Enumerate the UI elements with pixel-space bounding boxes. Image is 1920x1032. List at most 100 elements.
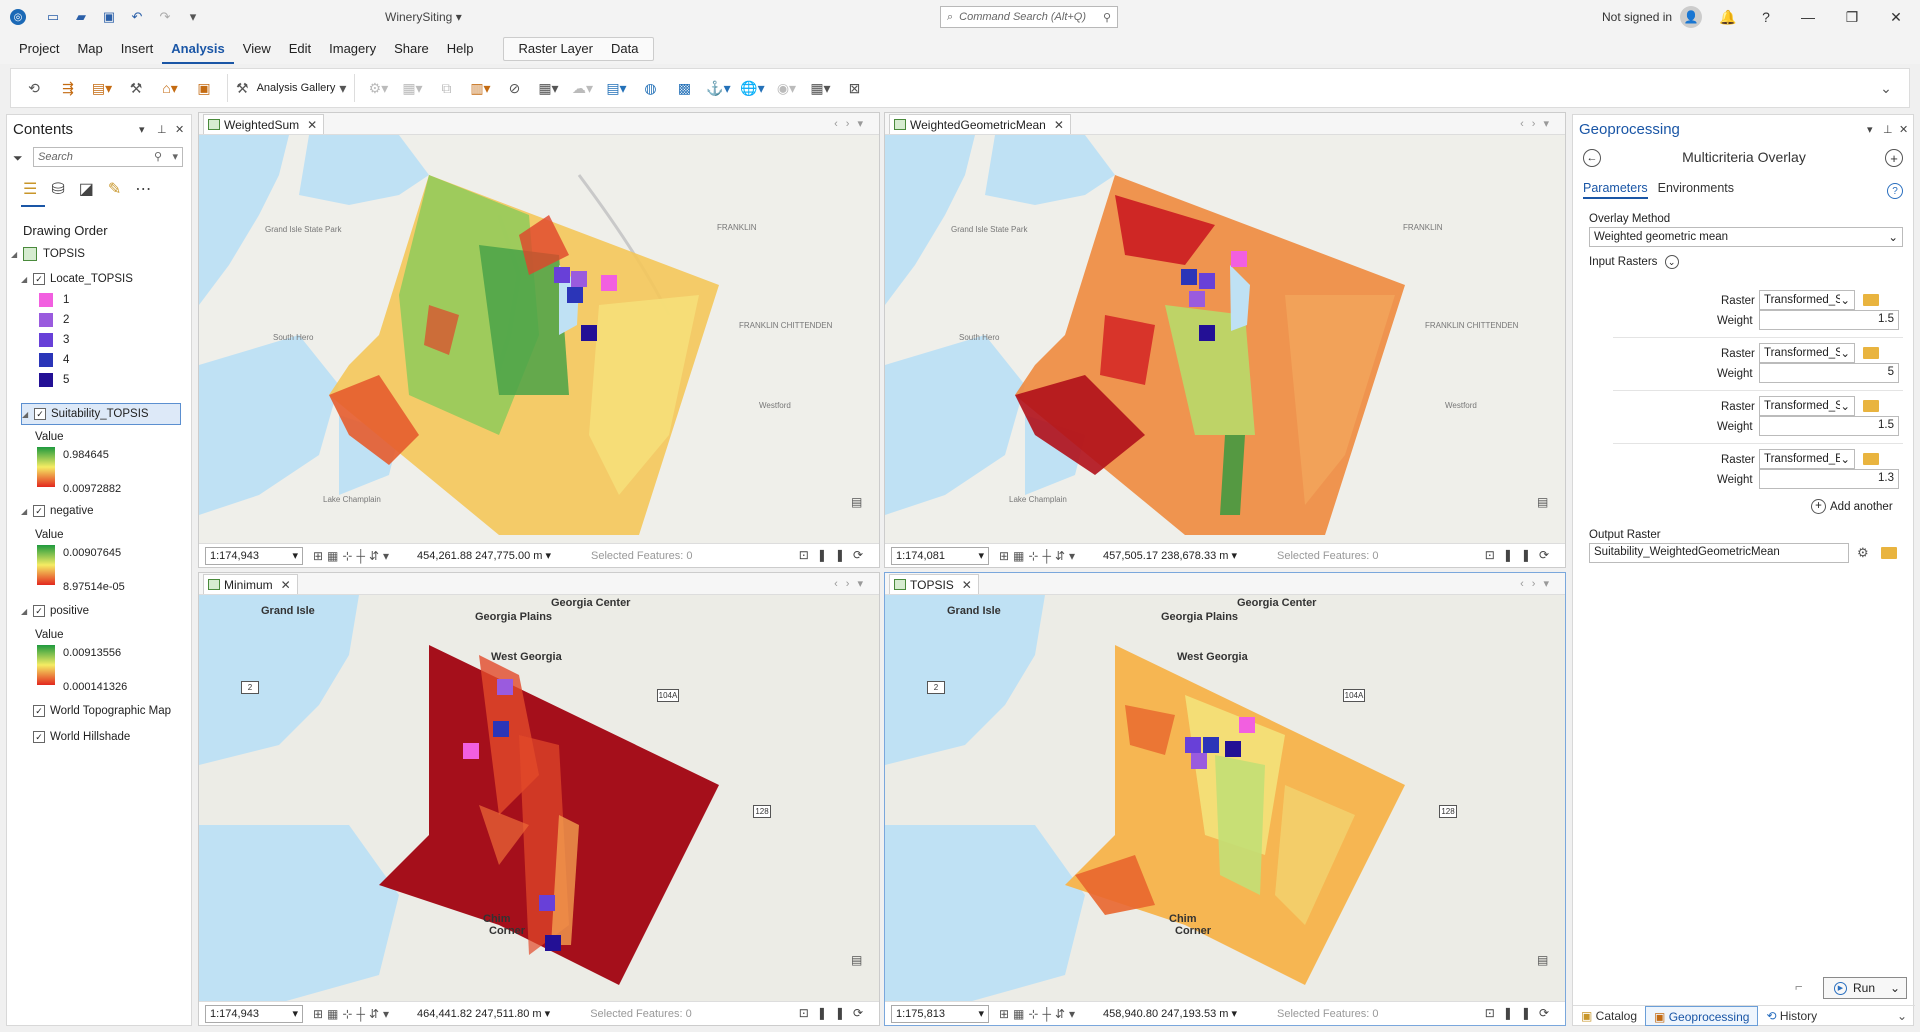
raster-properties-icon[interactable]: ⚙ bbox=[1857, 545, 1869, 561]
minimize-window-icon[interactable]: — bbox=[1788, 6, 1828, 28]
filter-icon[interactable]: ⏷ bbox=[13, 151, 23, 166]
map-canvas[interactable]: Grand Isle Georgia Center Georgia Plains… bbox=[885, 595, 1565, 1001]
browse-folder-icon[interactable] bbox=[1863, 294, 1879, 306]
close-icon[interactable]: ✕ bbox=[281, 578, 291, 592]
undo-icon[interactable]: ↶ bbox=[128, 8, 146, 26]
list-by-editing-icon[interactable]: ✎ bbox=[108, 179, 121, 199]
layer-world-topographic-map[interactable]: ✓ World Topographic Map bbox=[33, 705, 171, 717]
coordinate-readout[interactable]: 454,261.88 247,775.00 m ▾ bbox=[417, 549, 551, 562]
browse-folder-icon[interactable] bbox=[1881, 547, 1897, 559]
layer-visibility-checkbox[interactable]: ✓ bbox=[33, 505, 45, 517]
raster-functions-icon[interactable]: ▥▾ bbox=[465, 73, 495, 103]
weight-input-1[interactable]: 1.5 bbox=[1759, 310, 1899, 330]
more-options-icon[interactable]: ⋯ bbox=[135, 179, 151, 199]
tab-help[interactable]: Help bbox=[438, 34, 483, 64]
tab-map[interactable]: Map bbox=[68, 34, 111, 64]
add-another-button[interactable]: + Add another bbox=[1811, 499, 1893, 514]
pane-options-icon[interactable]: ▾ bbox=[1867, 123, 1873, 136]
collapse-arrow-icon[interactable]: ◢ bbox=[22, 410, 32, 419]
coordinate-readout[interactable]: 457,505.17 238,678.33 m ▾ bbox=[1103, 549, 1237, 562]
tab-share[interactable]: Share bbox=[385, 34, 438, 64]
tab-scroll-arrows[interactable]: ‹›▾ bbox=[1520, 117, 1557, 130]
restore-window-icon[interactable]: ❐ bbox=[1832, 6, 1872, 28]
notifications-bell-icon[interactable]: 🔔 bbox=[1708, 6, 1748, 28]
close-window-icon[interactable]: ✕ bbox=[1876, 6, 1916, 28]
tab-history[interactable]: ⟲ History bbox=[1758, 1006, 1825, 1026]
toolbox-icon[interactable]: ▣ bbox=[189, 73, 219, 103]
add-tool-icon[interactable]: + bbox=[1885, 149, 1903, 167]
raster-select-3[interactable]: Transformed_Slope ⌄ bbox=[1759, 396, 1855, 416]
selected-features-count[interactable]: Selected Features: 0 bbox=[591, 550, 693, 562]
sign-in-status[interactable]: Not signed in bbox=[1602, 10, 1672, 24]
clear-selection-icon[interactable]: ⊠ bbox=[839, 73, 869, 103]
layer-world-hillshade[interactable]: ✓ World Hillshade bbox=[33, 731, 130, 743]
tab-insert[interactable]: Insert bbox=[112, 34, 163, 64]
save-project-icon[interactable]: ▣ bbox=[100, 8, 118, 26]
layer-negative[interactable]: ◢ ✓ negative bbox=[21, 505, 93, 517]
scale-selector[interactable]: 1:174,943 ▾ bbox=[205, 1004, 303, 1023]
list-by-selection-icon[interactable]: ◪ bbox=[79, 179, 94, 199]
navigation-tools[interactable]: ⊞▦⊹┼⇵▾ bbox=[313, 1007, 393, 1021]
layer-positive[interactable]: ◢ ✓ positive bbox=[21, 605, 89, 617]
suitability-modeler-icon[interactable]: ▩ bbox=[669, 73, 699, 103]
tab-scroll-arrows[interactable]: ‹›▾ bbox=[834, 117, 871, 130]
collapse-arrow-icon[interactable]: ◢ bbox=[21, 275, 31, 284]
help-icon[interactable]: ? bbox=[1887, 183, 1903, 199]
layer-visibility-checkbox[interactable]: ✓ bbox=[33, 605, 45, 617]
tab-raster-layer[interactable]: Raster Layer bbox=[510, 37, 602, 61]
tab-geoprocessing[interactable]: ▣ Geoprocessing bbox=[1645, 1005, 1759, 1026]
select-features-icon[interactable]: ⚙▾ bbox=[363, 73, 393, 103]
legend-toggle-icon[interactable]: ▤ bbox=[851, 953, 871, 969]
command-search-input[interactable]: ⌕ Command Search (Alt+Q) ⚲ bbox=[940, 6, 1118, 28]
coordinate-readout[interactable]: 458,940.80 247,193.53 m ▾ bbox=[1103, 1007, 1237, 1020]
browse-folder-icon[interactable] bbox=[1863, 453, 1879, 465]
raster-analysis-icon[interactable]: ▦▾ bbox=[533, 73, 563, 103]
list-by-drawing-order-icon[interactable]: ☰ bbox=[23, 179, 37, 199]
schedule-icon[interactable]: ⌐ bbox=[1795, 979, 1803, 994]
tab-view[interactable]: View bbox=[234, 34, 280, 64]
close-icon[interactable]: ✕ bbox=[1054, 118, 1064, 132]
raster-select-1[interactable]: Transformed_Solar ⌄ bbox=[1759, 290, 1855, 310]
map-refresh-controls[interactable]: ⊡❚❚⟳ bbox=[799, 1006, 871, 1020]
chevron-down-icon[interactable]: ⌄ bbox=[1897, 1009, 1907, 1023]
output-raster-input[interactable]: Suitability_WeightedGeometricMean bbox=[1589, 543, 1849, 563]
chevron-down-icon[interactable]: ▾ bbox=[172, 150, 178, 163]
navigation-tools[interactable]: ⊞▦⊹┼⇵▾ bbox=[999, 1007, 1079, 1021]
tab-weightedsum[interactable]: WeightedSum ✕ bbox=[203, 114, 325, 134]
map-refresh-controls[interactable]: ⊡❚❚⟳ bbox=[799, 548, 871, 562]
collapse-arrow-icon[interactable]: ◢ bbox=[11, 250, 21, 259]
collapse-arrow-icon[interactable]: ◢ bbox=[21, 507, 31, 516]
legend-toggle-icon[interactable]: ▤ bbox=[851, 495, 871, 511]
pin-icon[interactable]: ⊥ bbox=[1883, 123, 1893, 136]
tab-parameters[interactable]: Parameters bbox=[1583, 181, 1648, 199]
close-pane-icon[interactable]: ✕ bbox=[1899, 123, 1908, 136]
function-editor-icon[interactable]: ⊘ bbox=[499, 73, 529, 103]
selected-features-count[interactable]: Selected Features: 0 bbox=[1277, 550, 1379, 562]
globe-analysis-icon[interactable]: 🌐▾ bbox=[737, 73, 767, 103]
navigation-tools[interactable]: ⊞▦⊹┼⇵▾ bbox=[999, 549, 1079, 563]
browse-folder-icon[interactable] bbox=[1863, 347, 1879, 359]
help-icon[interactable]: ? bbox=[1746, 6, 1786, 28]
weight-input-2[interactable]: 5 bbox=[1759, 363, 1899, 383]
scale-selector[interactable]: 1:174,081 ▾ bbox=[891, 546, 989, 565]
tab-environments[interactable]: Environments bbox=[1658, 181, 1734, 199]
selected-features-count[interactable]: Selected Features: 0 bbox=[590, 1008, 692, 1020]
map-refresh-controls[interactable]: ⊡❚❚⟳ bbox=[1485, 1006, 1557, 1020]
tab-catalog[interactable]: ▣ Catalog bbox=[1573, 1006, 1645, 1026]
layer-visibility-checkbox[interactable]: ✓ bbox=[33, 273, 45, 285]
layer-visibility-checkbox[interactable]: ✓ bbox=[33, 705, 45, 717]
layer-locate-topsis[interactable]: ◢ ✓ Locate_TOPSIS bbox=[21, 273, 133, 285]
map-refresh-controls[interactable]: ⊡❚❚⟳ bbox=[1485, 548, 1557, 562]
geoai-icon[interactable]: ☁▾ bbox=[567, 73, 597, 103]
tab-scroll-arrows[interactable]: ‹›▾ bbox=[834, 577, 871, 590]
selected-features-count[interactable]: Selected Features: 0 bbox=[1277, 1008, 1379, 1020]
tab-data[interactable]: Data bbox=[602, 37, 647, 61]
history-icon[interactable]: ⟲ bbox=[19, 73, 49, 103]
redo-icon[interactable]: ↷ bbox=[156, 8, 174, 26]
python-icon[interactable]: ▤▾ bbox=[87, 73, 117, 103]
map-node-topsis[interactable]: ◢ TOPSIS bbox=[11, 247, 85, 261]
raster-select-4[interactable]: Transformed_Elevation ⌄ bbox=[1759, 449, 1855, 469]
scale-selector[interactable]: 1:174,943 ▾ bbox=[205, 546, 303, 565]
close-icon[interactable]: ✕ bbox=[962, 578, 972, 592]
open-project-icon[interactable]: ▰ bbox=[72, 8, 90, 26]
